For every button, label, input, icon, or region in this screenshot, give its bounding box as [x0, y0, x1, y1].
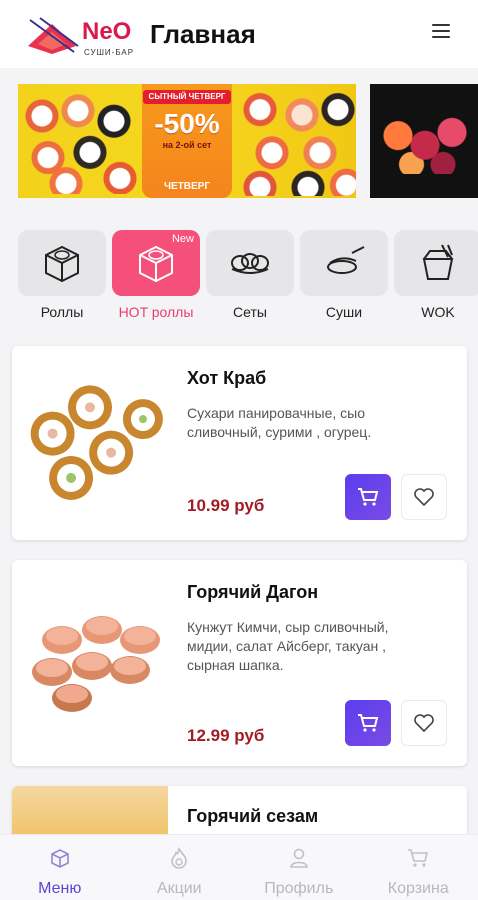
category-sushi[interactable]: Суши [300, 230, 388, 320]
cart-icon [358, 488, 379, 506]
category-tile [394, 230, 478, 296]
product-description: Сухари панировачные, сыо сливочный, сури… [187, 405, 372, 440]
product-card[interactable]: Горячий Дагон Кунжут Кимчи, сыр сливочны… [12, 560, 467, 766]
wok-box-icon [422, 244, 454, 280]
heart-icon [414, 714, 434, 733]
tab-profile[interactable]: Профиль [239, 835, 359, 900]
product-title[interactable]: Горячий Дагон [187, 582, 318, 603]
favorite-button[interactable] [401, 700, 447, 746]
promo-discount-box: СЫТНЫЙ ЧЕТВЕРГ -50% на 2-ой сет ЧЕТВЕРГ [142, 84, 232, 198]
hamburger-menu-icon[interactable] [432, 24, 450, 44]
category-label: HOT роллы [118, 304, 194, 320]
menu-box-icon [50, 849, 69, 868]
category-hot-rolls[interactable]: New HOT роллы [112, 230, 200, 320]
category-label: Роллы [40, 304, 84, 320]
category-label: Сеты [233, 304, 267, 320]
add-to-cart-button[interactable] [345, 700, 391, 746]
product-title[interactable]: Горячий сезам [187, 806, 318, 827]
logo-wordmark: NeO [82, 18, 132, 45]
category-sets[interactable]: Сеты [206, 230, 294, 320]
promo-banner-second[interactable] [370, 84, 478, 198]
logo-fish-icon [28, 17, 79, 54]
product-title[interactable]: Хот Краб [187, 368, 266, 389]
promo-banner-thursday[interactable]: СЫТНЫЙ ЧЕТВЕРГ -50% на 2-ой сет ЧЕТВЕРГ [18, 84, 356, 198]
category-tile [300, 230, 388, 296]
category-rolls[interactable]: Роллы [18, 230, 106, 320]
promo-discount: -50% [154, 108, 220, 139]
promo-tag: СЫТНЫЙ ЧЕТВЕРГ [142, 90, 232, 104]
hot-roll-icon [139, 245, 173, 283]
category-wok[interactable]: WOK [394, 230, 478, 320]
set-icon [231, 253, 269, 274]
page-title: Главная [150, 18, 256, 49]
brand-logo[interactable]: NeO СУШИ-БАР [24, 8, 136, 60]
tab-label: Корзина [387, 880, 449, 897]
category-tile [18, 230, 106, 296]
heart-icon [414, 488, 434, 507]
tab-label: Профиль [264, 880, 334, 897]
favorite-button[interactable] [401, 474, 447, 520]
bottom-tab-bar: Меню Акции Профиль Корзина [0, 834, 478, 900]
product-image [12, 346, 182, 540]
category-tile [206, 230, 294, 296]
category-strip[interactable]: Роллы New HOT роллы Сеты Суши WOK [18, 230, 478, 326]
tab-label: Акции [156, 880, 202, 897]
promo-day: ЧЕТВЕРГ [163, 181, 211, 192]
cart-icon [408, 849, 429, 867]
promo-carousel[interactable]: СЫТНЫЙ ЧЕТВЕРГ -50% на 2-ой сет ЧЕТВЕРГ [18, 84, 478, 198]
roll-icon [45, 245, 79, 283]
logo-subtitle: СУШИ-БАР [84, 48, 135, 57]
product-description: Кунжут Кимчи, сыр сливочный, мидии, сала… [187, 619, 389, 673]
person-icon [289, 848, 308, 868]
tab-promotions[interactable]: Акции [120, 835, 240, 900]
category-tile: New [112, 230, 200, 296]
sushi-icon [327, 246, 365, 274]
app-header: NeO СУШИ-БАР Главная [0, 0, 478, 68]
category-label: WOK [421, 304, 455, 320]
promo-condition: на 2-ой сет [162, 140, 212, 150]
sushi-photo-left [18, 90, 138, 194]
tab-cart[interactable]: Корзина [359, 835, 478, 900]
flame-icon [171, 846, 188, 869]
tab-label: Меню [38, 880, 82, 897]
cart-icon [358, 714, 379, 732]
new-badge: New [171, 233, 194, 245]
sushi-photo-right [236, 88, 356, 196]
product-price: 12.99 руб [187, 726, 265, 745]
tab-menu[interactable]: Меню [0, 835, 120, 900]
add-to-cart-button[interactable] [345, 474, 391, 520]
product-price: 10.99 руб [187, 496, 265, 515]
product-card[interactable]: Хот Краб Сухари панировачные, сыо сливоч… [12, 346, 467, 540]
product-image [12, 560, 182, 766]
sushi-photo-dark [380, 110, 470, 174]
category-label: Суши [325, 304, 363, 320]
